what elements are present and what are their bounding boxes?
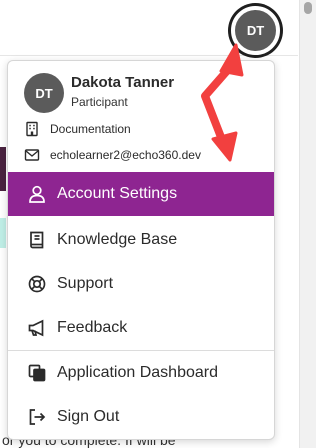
menu-item-label: Account Settings: [57, 185, 178, 202]
menu-item-support[interactable]: Support: [8, 262, 274, 306]
user-avatar-button[interactable]: DT: [231, 6, 280, 55]
scrollbar-thumb[interactable]: [304, 2, 312, 14]
email-label: echolearner2@echo360.dev: [50, 148, 201, 162]
profile-initials: DT: [35, 85, 53, 101]
menu-item-knowledge-base[interactable]: Knowledge Base: [8, 218, 274, 262]
organization-row: Documentation: [24, 121, 131, 137]
menu-item-label: Feedback: [57, 319, 128, 336]
menu-item-label: Application Dashboard: [57, 364, 218, 381]
sign-out-icon: [29, 409, 46, 425]
user-role: Participant: [71, 95, 128, 109]
menu-item-label: Support: [57, 275, 114, 292]
menu-item-feedback[interactable]: Feedback: [8, 306, 274, 350]
user-name: Dakota Tanner: [71, 74, 175, 91]
user-menu-dropdown: DT Dakota Tanner Participant Documentati…: [7, 60, 275, 440]
lifebuoy-icon: [28, 275, 46, 293]
avatar-initials: DT: [246, 23, 265, 38]
background-highlight: [0, 218, 6, 248]
scrollbar[interactable]: [299, 0, 316, 448]
background-banner: [0, 147, 6, 191]
building-icon: [26, 121, 38, 137]
user-icon: [29, 185, 45, 203]
book-icon: [30, 231, 44, 249]
megaphone-icon: [28, 319, 44, 337]
profile-avatar: DT: [24, 73, 64, 113]
envelope-icon: [24, 149, 40, 161]
header-divider: [0, 55, 298, 56]
menu-item-sign-out[interactable]: Sign Out: [8, 395, 274, 439]
menu-item-account-settings[interactable]: Account Settings: [8, 172, 274, 216]
copy-icon: [28, 364, 46, 382]
menu-item-label: Knowledge Base: [57, 231, 178, 248]
organization-label: Documentation: [50, 122, 131, 136]
menu-item-label: Sign Out: [57, 408, 120, 425]
email-row: echolearner2@echo360.dev: [24, 147, 201, 163]
menu-item-application-dashboard[interactable]: Application Dashboard: [8, 351, 274, 395]
